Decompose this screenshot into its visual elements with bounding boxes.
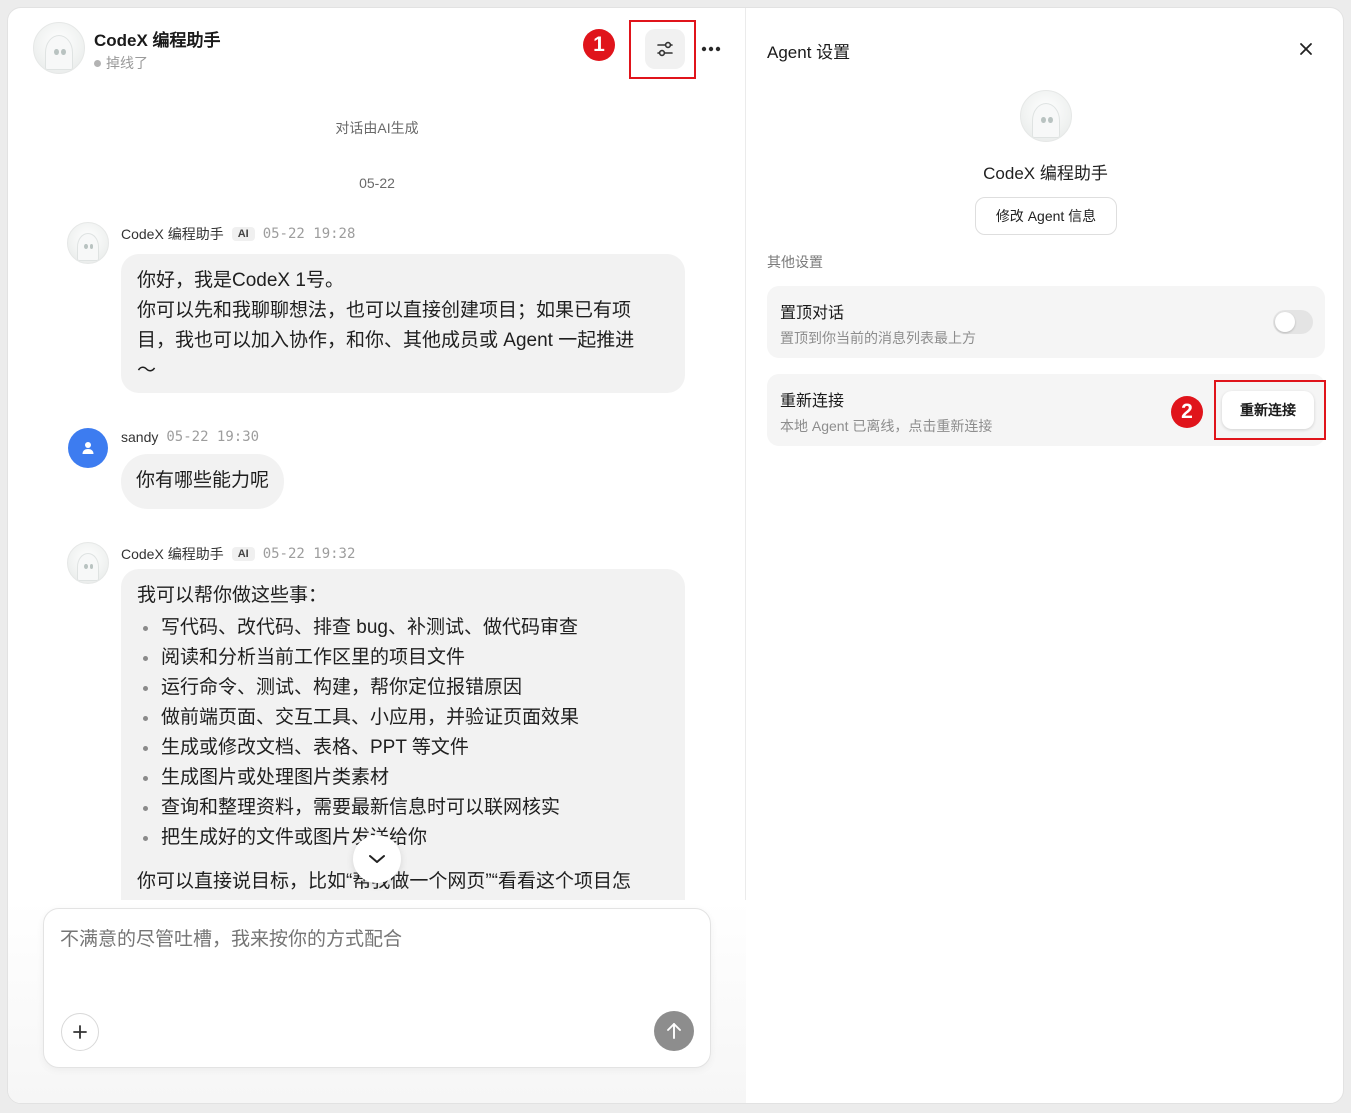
highlight-reconnect-button [1214, 380, 1326, 440]
message-text: 你有哪些能力呢 [136, 470, 270, 491]
message-avatar [67, 222, 109, 264]
list-item: 把生成好的文件或图片发送给你 [137, 823, 669, 853]
pin-conversation-card: 置顶对话 置顶到你当前的消息列表最上方 [767, 286, 1325, 358]
date-divider: 05-22 [359, 175, 395, 191]
settings-title: Agent 设置 [767, 43, 851, 62]
app-window: CodeX 编程助手 掉线了 1 对话由AI生成 05-22 CodeX 编程助… [7, 7, 1344, 1104]
settings-agent-name: CodeX 编程助手 [983, 164, 1108, 183]
message-time: 05-22 19:30 [166, 429, 260, 445]
step-marker-1: 1 [583, 29, 615, 61]
capability-list: 写代码、改代码、排查 bug、补测试、做代码审查 阅读和分析当前工作区里的项目文… [137, 613, 669, 853]
message-meta: CodeX 编程助手 AI 05-22 19:28 [121, 224, 355, 244]
agent-avatar[interactable] [33, 22, 85, 74]
send-button[interactable] [654, 1011, 694, 1051]
attach-button[interactable] [61, 1013, 99, 1051]
agent-settings-button[interactable] [645, 29, 685, 69]
message-line: ～ [137, 360, 157, 381]
list-item: 查询和整理资料，需要最新信息时可以联网核实 [137, 793, 669, 823]
list-item: 阅读和分析当前工作区里的项目文件 [137, 643, 669, 673]
reconnect-title: 重新连接 [780, 393, 845, 410]
message-bubble: 你好，我是CodeX 1号。 你可以先和我聊聊想法，也可以直接创建项目；如果已有… [121, 254, 685, 393]
message-line: 你可以先和我聊聊想法，也可以直接创建项目；如果已有项 [137, 300, 632, 321]
sender-name: CodeX 编程助手 [121, 226, 224, 242]
message-time: 05-22 19:28 [262, 226, 356, 242]
status-dot-icon [94, 59, 101, 67]
list-item: 做前端页面、交互工具、小应用，并验证页面效果 [137, 703, 669, 733]
message-meta: sandy 05-22 19:30 [121, 429, 259, 445]
message-composer [43, 908, 711, 1068]
message-bubble: 你有哪些能力呢 [121, 454, 285, 509]
chat-title: CodeX 编程助手 [94, 31, 221, 50]
agent-settings-panel: Agent 设置 CodeX 编程助手 修改 Agent 信息 其他设置 置顶对… [746, 8, 1343, 1103]
agent-status: 掉线了 [94, 53, 148, 73]
sender-name: sandy [121, 429, 159, 445]
ai-badge: AI [231, 547, 255, 561]
list-item: 生成图片或处理图片类素材 [137, 763, 669, 793]
pin-title: 置顶对话 [780, 305, 845, 322]
plus-icon [73, 1025, 87, 1039]
message-avatar [67, 542, 109, 584]
pin-toggle[interactable] [1273, 310, 1313, 334]
chat-header: CodeX 编程助手 掉线了 1 [8, 8, 745, 88]
more-button[interactable] [696, 34, 726, 64]
message-line: 你好，我是CodeX 1号。 [137, 270, 344, 291]
ai-generated-note: 对话由AI生成 [335, 120, 419, 136]
other-settings-label: 其他设置 [767, 254, 823, 270]
edit-agent-button[interactable]: 修改 Agent 信息 [975, 197, 1117, 235]
chat-pane: CodeX 编程助手 掉线了 1 对话由AI生成 05-22 CodeX 编程助… [8, 8, 746, 1103]
settings-agent-avatar [1020, 90, 1072, 142]
close-button[interactable] [1291, 34, 1321, 64]
list-item: 运行命令、测试、构建，帮你定位报错原因 [137, 673, 669, 703]
close-icon [1300, 43, 1312, 55]
ai-badge: AI [231, 227, 255, 241]
message-intro: 我可以帮你做这些事： [137, 585, 328, 606]
list-item: 生成或修改文档、表格、PPT 等文件 [137, 733, 669, 763]
message-time: 05-22 19:32 [262, 546, 356, 562]
message-meta: CodeX 编程助手 AI 05-22 19:32 [121, 544, 355, 564]
message-outro: 你可以直接说目标，比如“帮我做一个网页”“看看这个项目怎 [137, 867, 669, 897]
reconnect-subtitle: 本地 Agent 已离线，点击重新连接 [780, 418, 993, 434]
list-item: 写代码、改代码、排查 bug、补测试、做代码审查 [137, 613, 669, 643]
more-icon [701, 46, 721, 52]
arrow-up-icon [667, 1023, 681, 1039]
message-input[interactable] [60, 929, 680, 951]
user-avatar [68, 428, 108, 468]
scroll-to-bottom-button[interactable] [353, 835, 401, 883]
message-line: 目，我也可以加入协作，和你、其他成员或 Agent 一起推进 [137, 330, 635, 351]
user-icon [82, 442, 94, 454]
agent-status-text: 掉线了 [106, 55, 148, 71]
pin-subtitle: 置顶到你当前的消息列表最上方 [780, 330, 976, 346]
chevron-down-icon [369, 855, 385, 863]
sender-name: CodeX 编程助手 [121, 546, 224, 562]
settings-sliders-icon [657, 41, 673, 57]
step-marker-2: 2 [1171, 396, 1203, 428]
message-bubble: 我可以帮你做这些事： 写代码、改代码、排查 bug、补测试、做代码审查 阅读和分… [121, 569, 685, 900]
